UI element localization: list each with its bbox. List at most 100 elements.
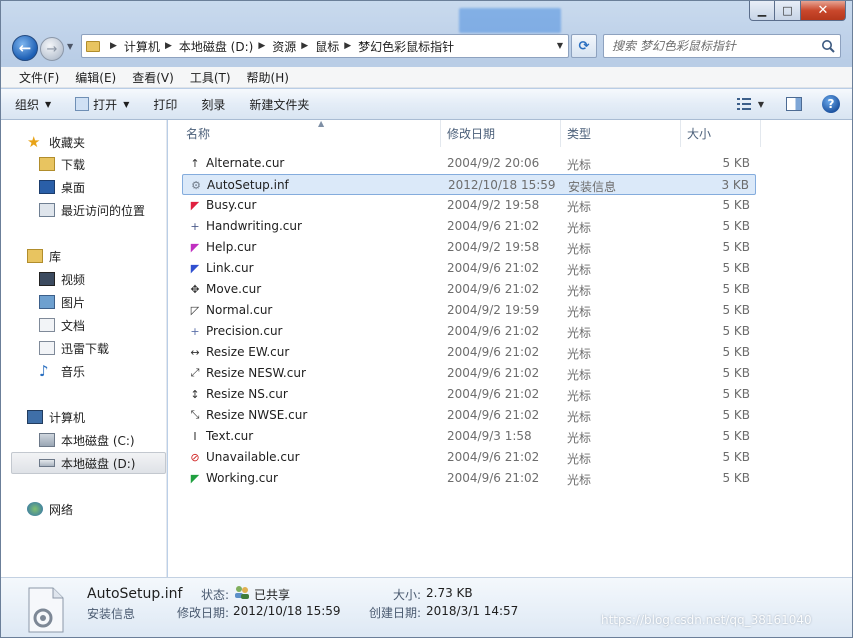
open-button[interactable]: 打开 ▼ (75, 96, 129, 113)
file-row[interactable]: ↕ Resize NS.cur 2004/9/6 21:02 光标 5 KB (182, 384, 756, 405)
file-row[interactable]: ⤡ Resize NWSE.cur 2004/9/6 21:02 光标 5 KB (182, 405, 756, 426)
file-row[interactable]: ↔ Resize EW.cur 2004/9/6 21:02 光标 5 KB (182, 342, 756, 363)
file-size: 5 KB (722, 261, 750, 275)
nav-documents[interactable]: 文档 (39, 314, 85, 336)
file-row[interactable]: ⚙ AutoSetup.inf 2012/10/18 15:59 安装信息 3 KB (182, 174, 756, 195)
cursor-unavailable-icon: ⊘ (190, 450, 200, 464)
file-type: 光标 (567, 284, 592, 298)
nav-xunlei-label: 迅雷下载 (61, 341, 110, 356)
breadcrumb-current-folder[interactable]: 梦幻色彩鼠标指针 (358, 38, 454, 55)
file-row[interactable]: ↑ Alternate.cur 2004/9/2 20:06 光标 5 KB (182, 153, 756, 174)
minimize-icon: ▁ (757, 4, 767, 17)
nav-drive-d[interactable]: 本地磁盘 (D:) (11, 452, 166, 474)
column-date-label: 修改日期 (447, 127, 496, 141)
nav-downloads[interactable]: 下载 (39, 153, 85, 175)
view-details-icon[interactable] (736, 97, 752, 111)
nav-computer-label: 计算机 (49, 410, 86, 425)
file-row[interactable]: I Text.cur 2004/9/3 1:58 光标 5 KB (182, 426, 756, 447)
nav-drive-d-label: 本地磁盘 (D:) (61, 456, 136, 471)
file-date-modified: 2004/9/6 21:02 (447, 219, 540, 233)
file-row[interactable]: ⤢ Resize NESW.cur 2004/9/6 21:02 光标 5 KB (182, 363, 756, 384)
file-row[interactable]: + Precision.cur 2004/9/6 21:02 光标 5 KB (182, 321, 756, 342)
menu-file[interactable]: 文件(F) (11, 69, 67, 86)
column-type-label: 类型 (567, 127, 592, 141)
documents-icon (39, 318, 55, 332)
column-name[interactable]: ▲ 名称 (180, 119, 441, 147)
file-row[interactable]: ◤ Working.cur 2004/9/6 21:02 光标 5 KB (182, 468, 756, 489)
file-row[interactable]: ⊘ Unavailable.cur 2004/9/6 21:02 光标 5 KB (182, 447, 756, 468)
file-size: 3 KB (721, 178, 749, 192)
menu-view[interactable]: 查看(V) (124, 69, 182, 86)
maximize-button[interactable]: □ (775, 1, 801, 21)
search-input[interactable] (612, 39, 812, 53)
file-type: 光标 (567, 221, 592, 235)
size-label: 大小: (393, 588, 422, 602)
cursor-working-icon: ◤ (190, 471, 200, 485)
close-button[interactable]: ✕ (801, 1, 846, 21)
music-note-icon: ♪ (39, 362, 49, 380)
nav-computer[interactable]: 计算机 (27, 406, 85, 428)
breadcrumb-drive-d[interactable]: 本地磁盘 (D:) (179, 38, 253, 55)
nav-desktop[interactable]: 桌面 (39, 176, 85, 198)
file-type: 光标 (567, 242, 592, 256)
star-icon: ★ (27, 133, 41, 151)
menu-tools[interactable]: 工具(T) (182, 69, 239, 86)
cursor-alternate-icon: ↑ (190, 156, 200, 170)
preview-pane-icon[interactable] (786, 97, 802, 111)
menu-help[interactable]: 帮助(H) (239, 69, 297, 86)
nav-music[interactable]: ♪ 音乐 (39, 360, 85, 382)
chevron-right-icon[interactable]: ▶ (110, 41, 117, 51)
file-row[interactable]: ◤ Help.cur 2004/9/2 19:58 光标 5 KB (182, 237, 756, 258)
file-row[interactable]: ✥ Move.cur 2004/9/6 21:02 光标 5 KB (182, 279, 756, 300)
new-folder-button[interactable]: 新建文件夹 (249, 96, 309, 113)
address-bar[interactable]: ▶ 计算机 ▶ 本地磁盘 (D:) ▶ 资源 ▶ 鼠标 ▶ 梦幻色彩鼠标指针 ▼ (81, 34, 569, 58)
cursor-precision-icon: + (190, 324, 200, 338)
watermark-text: https://blog.csdn.net/qq_38161040 (601, 613, 812, 627)
file-row[interactable]: ◤ Link.cur 2004/9/6 21:02 光标 5 KB (182, 258, 756, 279)
nav-favorites[interactable]: ★ 收藏夹 (27, 131, 85, 153)
nav-pictures[interactable]: 图片 (39, 291, 85, 313)
nav-videos[interactable]: 视频 (39, 268, 85, 290)
breadcrumb-mouse[interactable]: 鼠标 (315, 38, 339, 55)
column-size[interactable]: 大小 (681, 120, 761, 147)
nav-documents-label: 文档 (61, 318, 86, 333)
view-dropdown-icon[interactable]: ▼ (758, 100, 764, 109)
recent-pages-dropdown[interactable]: ▼ (67, 42, 73, 51)
minimize-button[interactable]: ▁ (749, 1, 775, 21)
nav-drive-c[interactable]: 本地磁盘 (C:) (39, 429, 135, 451)
nav-xunlei-downloads[interactable]: 迅雷下载 (39, 337, 109, 359)
file-type: 光标 (567, 347, 592, 361)
breadcrumb-computer[interactable]: 计算机 (124, 38, 160, 55)
nav-downloads-label: 下载 (61, 157, 86, 172)
chevron-right-icon[interactable]: ▶ (165, 41, 172, 51)
nav-recent-places[interactable]: 最近访问的位置 (39, 199, 145, 221)
address-dropdown-icon[interactable]: ▼ (557, 41, 563, 50)
column-date-modified[interactable]: 修改日期 (441, 120, 561, 147)
menu-edit[interactable]: 编辑(E) (67, 69, 124, 86)
help-icon[interactable]: ? (822, 95, 840, 113)
refresh-button[interactable]: ⟳ (571, 34, 597, 58)
file-size: 5 KB (722, 471, 750, 485)
chevron-right-icon[interactable]: ▶ (344, 41, 351, 51)
chevron-right-icon[interactable]: ▶ (301, 41, 308, 51)
forward-button[interactable]: → (40, 37, 64, 61)
back-button[interactable]: ← (12, 35, 38, 61)
column-type[interactable]: 类型 (561, 120, 681, 147)
file-date-modified: 2004/9/6 21:02 (447, 261, 540, 275)
search-box[interactable] (603, 34, 841, 58)
file-row[interactable]: ◸ Normal.cur 2004/9/2 19:59 光标 5 KB (182, 300, 756, 321)
file-date-modified: 2004/9/6 21:02 (447, 471, 540, 485)
organize-button[interactable]: 组织 ▼ (15, 96, 51, 113)
file-date-modified: 2004/9/6 21:02 (447, 366, 540, 380)
nav-libraries[interactable]: 库 (27, 245, 61, 267)
file-row[interactable]: + Handwriting.cur 2004/9/6 21:02 光标 5 KB (182, 216, 756, 237)
burn-button[interactable]: 刻录 (201, 96, 225, 113)
chevron-right-icon[interactable]: ▶ (258, 41, 265, 51)
file-row[interactable]: ◤ Busy.cur 2004/9/2 19:58 光标 5 KB (182, 195, 756, 216)
search-icon[interactable] (821, 39, 835, 53)
file-name: Resize NS.cur (206, 387, 288, 401)
file-name: Resize NWSE.cur (206, 408, 308, 422)
breadcrumb-resources[interactable]: 资源 (272, 38, 296, 55)
nav-network[interactable]: 网络 (27, 498, 73, 520)
print-button[interactable]: 打印 (153, 96, 177, 113)
